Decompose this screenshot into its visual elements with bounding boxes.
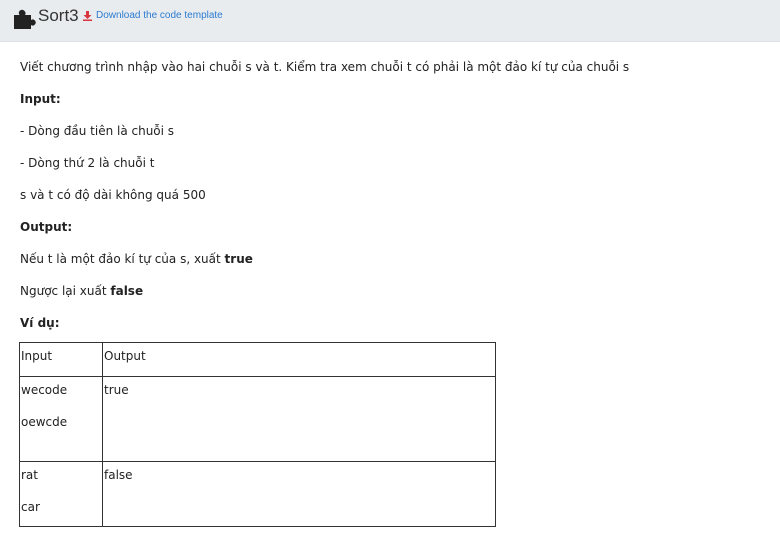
output-heading: Output: bbox=[20, 220, 73, 234]
example-table: Input Output wecode oewcde true rat car … bbox=[19, 342, 496, 527]
input-heading: Input: bbox=[20, 92, 61, 106]
input-value: car bbox=[21, 500, 40, 514]
output-false-value: false bbox=[110, 284, 144, 298]
table-row: wecode oewcde true bbox=[19, 376, 496, 462]
download-icon bbox=[83, 10, 92, 21]
output-true-line: Nếu t là một đảo kí tự của s, xuất true bbox=[20, 248, 760, 280]
output-true-prefix: Nếu t là một đảo kí tự của s, xuất bbox=[20, 252, 225, 266]
table-header-output: Output bbox=[102, 342, 496, 377]
table-cell-input: wecode oewcde bbox=[19, 376, 103, 462]
top-bar: Sort3 Download the code template bbox=[0, 0, 780, 42]
table-cell-input: rat car bbox=[19, 461, 103, 527]
input-value: wecode bbox=[21, 383, 68, 397]
table-header-input: Input bbox=[19, 342, 103, 377]
output-true-value: true bbox=[224, 252, 253, 266]
problem-statement: Viết chương trình nhập vào hai chuỗi s v… bbox=[20, 60, 630, 74]
table-row: rat car false bbox=[19, 461, 496, 527]
input-line-1: - Dòng đầu tiên là chuỗi s bbox=[20, 124, 175, 138]
input-line-2: - Dòng thứ 2 là chuỗi t bbox=[20, 156, 155, 170]
download-template-link[interactable]: Download the code template bbox=[83, 10, 223, 21]
table-cell-output: true bbox=[102, 376, 496, 462]
problem-description: Viết chương trình nhập vào hai chuỗi s v… bbox=[20, 56, 760, 344]
table-cell-output: false bbox=[102, 461, 496, 527]
input-value: oewcde bbox=[21, 415, 68, 429]
output-false-prefix: Ngược lại xuất bbox=[20, 284, 111, 298]
output-false-line: Ngược lại xuất false bbox=[20, 280, 760, 312]
download-label: Download the code template bbox=[96, 10, 223, 21]
table-header-row: Input Output bbox=[19, 342, 496, 377]
app-title: Sort3 bbox=[38, 6, 79, 25]
example-heading: Ví dụ: bbox=[20, 316, 60, 330]
input-value: rat bbox=[21, 468, 38, 482]
puzzle-icon bbox=[14, 9, 36, 29]
constraint-text: s và t có độ dài không quá 500 bbox=[20, 188, 206, 202]
